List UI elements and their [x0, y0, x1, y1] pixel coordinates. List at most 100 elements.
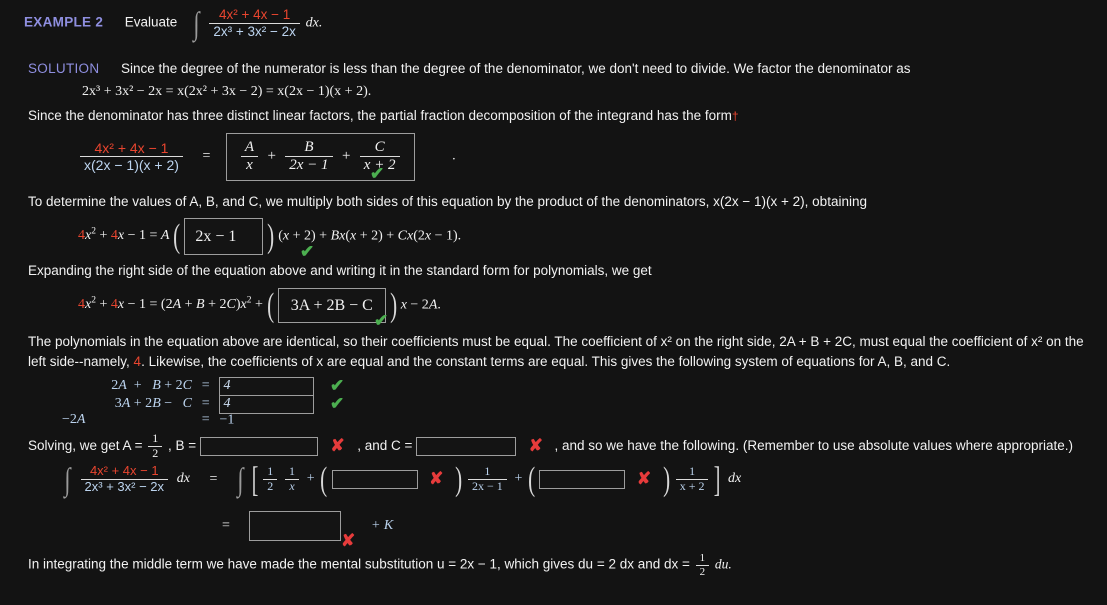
one-half-den: 2	[263, 478, 278, 494]
solving-line: Solving, we get A = 1 2 , B = ✘ , and C …	[28, 431, 1073, 461]
header-numerator: 4x² + 4x − 1	[218, 7, 291, 22]
frac1-num: 1	[484, 464, 491, 479]
final-box-2-input[interactable]	[539, 469, 626, 489]
final-box-2-incorrect-icon: ✘	[636, 469, 652, 489]
one-half-fraction: 1 2	[263, 464, 278, 494]
final-integral-line: ∫ 4x² + 4x − 1 2x³ + 3x² − 2x dx = ∫ [ 1…	[62, 459, 742, 500]
footer-text-b: du.	[714, 556, 732, 572]
one-half-num: 1	[267, 464, 274, 479]
form-line: Since the denominator has three distinct…	[28, 106, 739, 126]
evaluate-label: Evaluate	[124, 14, 178, 30]
decomposition-lhs: 4x² + 4x − 1 x(2x − 1)(x + 2)	[80, 140, 183, 173]
final-box-1-input[interactable]	[331, 469, 418, 489]
frac2-num: 1	[689, 464, 696, 479]
decomposition-plus-2: +	[341, 147, 351, 164]
decomposition-term2-num: B	[304, 139, 314, 155]
decomposition-lhs-numerator: 4x² + 4x − 1	[94, 140, 169, 157]
final-open-paren-1-icon: (	[320, 460, 328, 498]
final-integral-sign-icon: ∫	[64, 461, 71, 498]
footer-half-den: 2	[695, 564, 710, 579]
coefficients-highlight: 4	[133, 353, 142, 369]
c-incorrect-icon: ✘	[528, 435, 543, 455]
final-integral-numerator: 4x² + 4x − 1	[89, 463, 159, 478]
final-integral-integrand: 4x² + 4x − 1 2x³ + 3x² − 2x	[80, 463, 169, 495]
system-row1-equals: =	[201, 378, 210, 394]
final-integral-denominator: 2x³ + 3x² − 2x	[80, 478, 169, 495]
frac-x-plus-2: 1 x + 2	[675, 464, 709, 494]
footer-half-num: 1	[699, 552, 706, 564]
decomposition-period: .	[452, 148, 456, 164]
decomposition-term-1: A x	[240, 139, 259, 175]
final-integral-sign-icon-2: ∫	[237, 461, 244, 498]
frac1-den: 2x − 1	[467, 478, 507, 494]
expand-step-lhs: 4x2 + 4x − 1 = (2A + B + 2C)x2 +	[78, 295, 263, 313]
system-row2-equals: =	[201, 396, 210, 412]
expand-step-answer-value: 3A + 2B − C	[290, 297, 373, 314]
form-line-text: Since the denominator has three distinct…	[28, 108, 732, 123]
decomposition-equals: =	[202, 148, 211, 164]
expand-step-correct-icon: ✔	[374, 311, 389, 330]
solution-intro-line: SOLUTION Since the degree of the numerat…	[28, 59, 911, 79]
multiply-step-answer-box[interactable]: 2x − 1	[184, 218, 264, 256]
a-value-denominator: 2	[148, 445, 163, 461]
integral-sign-icon: ∫	[193, 4, 200, 41]
expand-close-paren-icon: )	[389, 287, 397, 325]
final-integral-dx-right: dx	[728, 471, 742, 487]
decomposition-plus-1: +	[267, 147, 276, 164]
b-incorrect-icon: ✘	[330, 435, 345, 455]
coefficients-part2: . Likewise, the coefficients of x are eq…	[141, 353, 951, 369]
problem-header: EXAMPLE 2 Evaluate ∫ 4x² + 4x − 1 2x³ + …	[24, 4, 322, 41]
final-integral-equals: =	[209, 471, 218, 487]
decomposition-term-2: B 2x − 1	[285, 139, 333, 175]
one-over-x-num: 1	[289, 464, 296, 479]
one-over-x-fraction: 1 x	[285, 464, 300, 494]
final-answer-row: = + K	[222, 511, 393, 541]
a-value-numerator: 1	[152, 431, 159, 445]
footer-half-fraction: 1 2	[695, 552, 710, 579]
final-integral-dx-left: dx	[176, 471, 190, 487]
solving-suffix: , and so we have the following. (Remembe…	[554, 437, 1073, 453]
multiply-step-equation: 4x2 + 4x − 1 = A ( 2x − 1 ) (x + 2) + Bx…	[78, 218, 461, 256]
multiply-step-lhs: 4x2 + 4x − 1 = A	[78, 226, 170, 244]
final-close-paren-1-icon: )	[455, 460, 463, 498]
multiply-step-answer-value: 2x − 1	[195, 228, 237, 245]
decomposition-lhs-denominator: x(2x − 1)(x + 2)	[80, 156, 183, 173]
expand-step-rhs: x − 2A.	[400, 297, 441, 313]
plus-k-label: + K	[370, 517, 394, 533]
open-bracket-icon: [	[251, 459, 258, 500]
header-integrand: 4x² + 4x − 1 2x³ + 3x² − 2x	[209, 7, 300, 39]
decomposition-term2-den: 2x − 1	[285, 156, 333, 174]
c-value-input[interactable]	[416, 436, 517, 456]
frac2-den: x + 2	[675, 478, 709, 494]
final-box-1-incorrect-icon: ✘	[429, 469, 444, 489]
header-denominator: 2x³ + 3x² − 2x	[209, 22, 300, 40]
system-row3-value: −1	[219, 412, 235, 428]
one-over-x-den: x	[285, 478, 300, 494]
factoring-line: 2x³ + 3x² − 2x = x(2x² + 3x − 2) = x(2x …	[82, 84, 372, 99]
b-value-input[interactable]	[199, 436, 318, 456]
expand-step-answer-box[interactable]: 3A + 2B − C	[277, 288, 386, 324]
solution-intro-text: Since the degree of the numerator is les…	[120, 61, 911, 76]
solution-label: SOLUTION	[28, 61, 100, 76]
example-label: EXAMPLE 2	[24, 14, 104, 30]
exercise-page: EXAMPLE 2 Evaluate ∫ 4x² + 4x − 1 2x³ + …	[0, 0, 1107, 605]
solving-prefix: Solving, we get A =	[28, 437, 147, 453]
decomposition-correct-icon: ✔	[370, 164, 385, 183]
final-answer-input[interactable]	[249, 511, 342, 541]
final-plus-1: +	[306, 471, 315, 487]
close-paren-icon: )	[267, 218, 275, 256]
a-value-fraction: 1 2	[148, 431, 163, 461]
coefficients-paragraph: The polynomials in the equation above ar…	[28, 332, 1090, 371]
multiply-step-text: To determine the values of A, B, and C, …	[28, 194, 867, 209]
final-plus-2: +	[514, 471, 523, 487]
frac-2x-minus-1: 1 2x − 1	[467, 464, 507, 494]
final-answer-incorrect-icon: ✘	[341, 531, 356, 550]
final-answer-equals: =	[222, 517, 230, 533]
footer-text-a: In integrating the middle term we have m…	[28, 556, 694, 572]
final-close-paren-2-icon: )	[662, 460, 670, 498]
close-bracket-icon: ]	[713, 459, 721, 500]
c-label: , and C =	[357, 437, 413, 453]
system-row2-correct-icon: ✔	[329, 394, 345, 413]
decomposition-answer-box[interactable]: A x + B 2x − 1 + C x + 2	[225, 133, 415, 181]
final-open-paren-2-icon: (	[528, 460, 536, 498]
